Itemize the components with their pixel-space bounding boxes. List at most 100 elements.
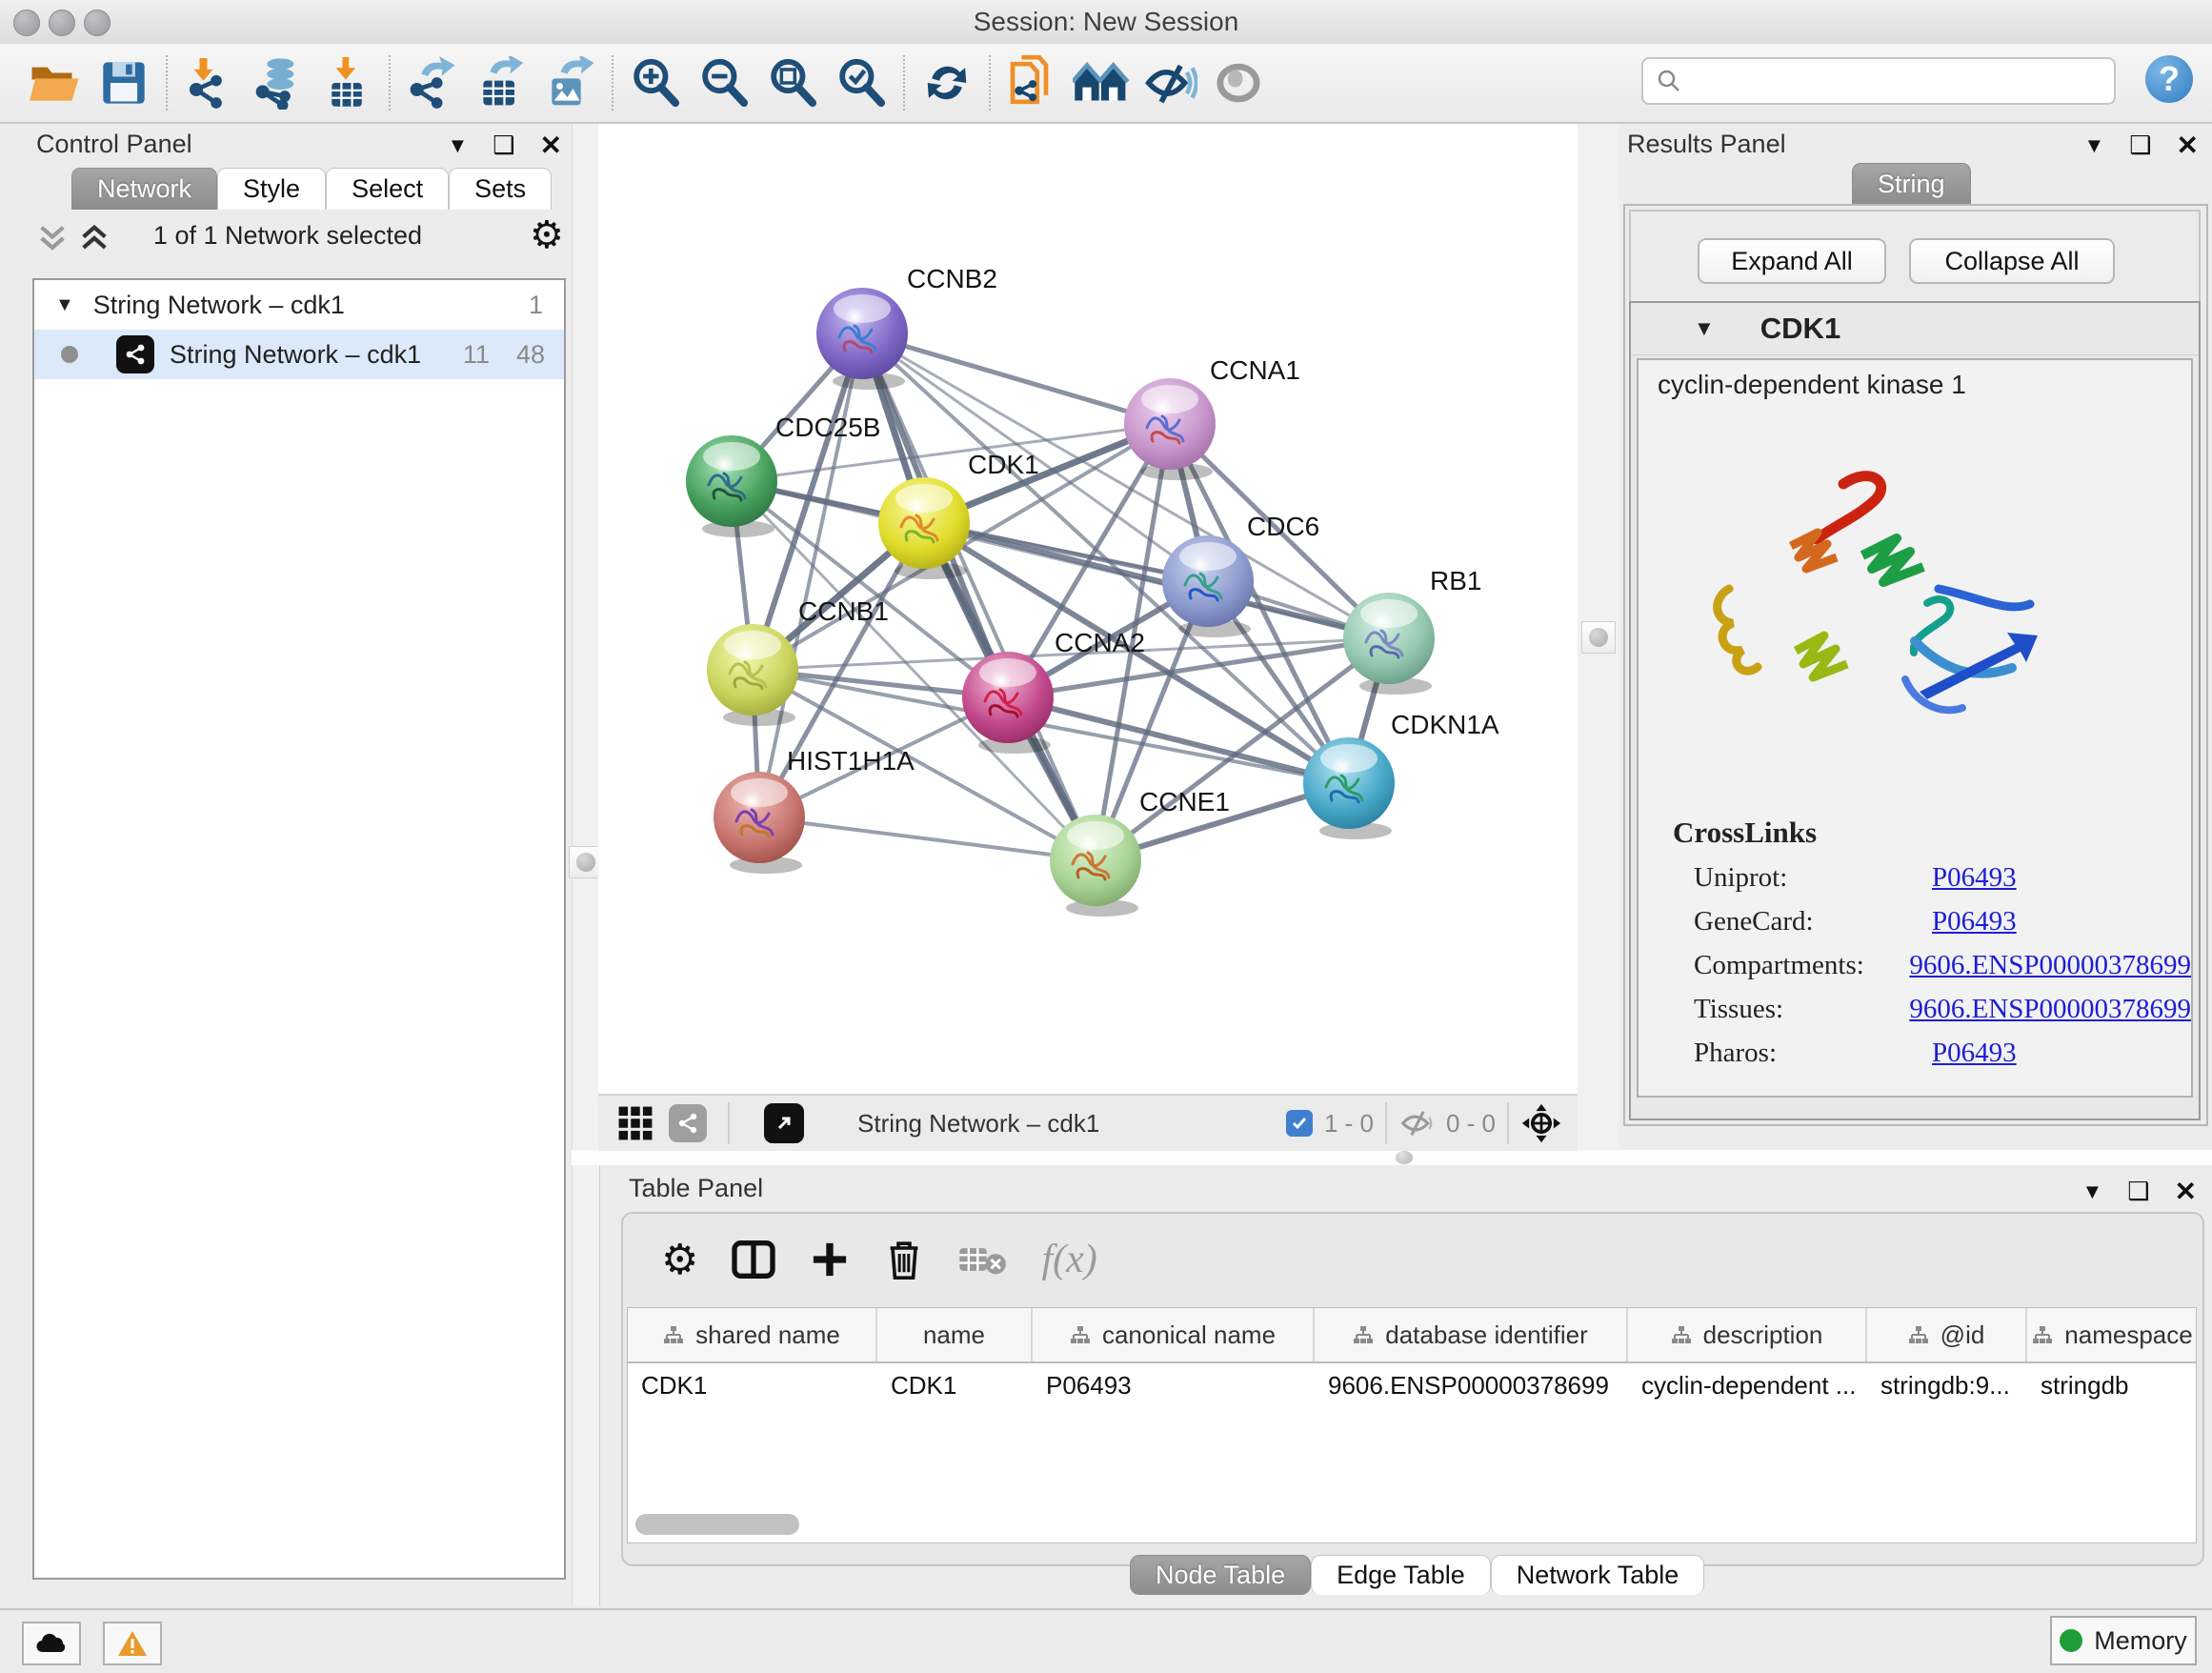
grid-view-icon[interactable] (617, 1105, 654, 1141)
memory-button[interactable]: Memory (2050, 1616, 2197, 1665)
edge-CCNB2-CCNE1[interactable] (862, 333, 1096, 860)
network-options-gear-icon[interactable]: ⚙ (530, 213, 564, 257)
collapse-all-chevron-icon[interactable] (36, 223, 69, 253)
tab-node-table[interactable]: Node Table (1130, 1555, 1311, 1595)
column-header-@id[interactable]: @id (1867, 1308, 2027, 1361)
refresh-view-button[interactable] (913, 52, 981, 113)
cloud-button[interactable] (22, 1622, 81, 1665)
crosslink-value-link[interactable]: P06493 (1932, 906, 2017, 937)
gene-expander-icon[interactable]: ▼ (1694, 316, 1715, 341)
edge-HIST1H1A-CCNE1[interactable] (759, 817, 1096, 860)
table-panel-close-icon[interactable]: ✕ (2175, 1176, 2197, 1207)
birdseye-crosshair-icon[interactable] (1520, 1102, 1562, 1144)
node-CCNB2[interactable] (816, 288, 908, 390)
crosslink-row: Pharos:P06493 (1639, 1031, 2191, 1075)
crosslink-value-link[interactable]: 9606.ENSP00000378699 (1909, 950, 2191, 981)
node-table[interactable]: shared namenamecanonical namedatabase id… (627, 1307, 2197, 1543)
export-image-button[interactable] (535, 52, 604, 113)
zoom-in-button[interactable] (621, 52, 690, 113)
table-cell[interactable]: stringdb:9... (1867, 1363, 2027, 1407)
tab-string[interactable]: String (1852, 163, 1971, 205)
table-settings-gear-icon[interactable]: ⚙ (661, 1236, 698, 1284)
open-session-button[interactable] (21, 52, 90, 113)
edge-CCNB2-CCNA1[interactable] (862, 333, 1170, 424)
network-graph[interactable]: CCNB2CCNA1CDC25BCDK1CDC6RB1CCNB1CCNA2CDK… (598, 124, 1578, 1094)
table-cell[interactable]: P06493 (1033, 1363, 1315, 1407)
save-session-button[interactable] (90, 52, 158, 113)
network-canvas[interactable]: CCNB2CCNA1CDC25BCDK1CDC6RB1CCNB1CCNA2CDK… (598, 124, 1578, 1094)
table-panel-collapse-icon[interactable]: ▼ (2081, 1179, 2102, 1204)
crosslink-value-link[interactable]: P06493 (1932, 1038, 2017, 1069)
search-input[interactable] (1691, 66, 2095, 97)
column-header-namespace[interactable]: namespace (2027, 1308, 2197, 1361)
import-table-button[interactable] (312, 52, 381, 113)
node-CCNE1[interactable] (1050, 815, 1141, 917)
left-splitter[interactable] (572, 124, 600, 1606)
control-panel-float-icon[interactable]: ❑ (493, 131, 514, 160)
selected-checkbox-icon[interactable] (1286, 1110, 1313, 1137)
node-CCNB1[interactable] (707, 624, 798, 726)
tab-select[interactable]: Select (326, 168, 449, 210)
column-header-canonical-name[interactable]: canonical name (1033, 1308, 1315, 1361)
delete-trash-icon[interactable] (883, 1237, 925, 1282)
results-panel-close-icon[interactable]: ✕ (2177, 130, 2199, 161)
column-header-database-identifier[interactable]: database identifier (1315, 1308, 1628, 1361)
warnings-button[interactable] (103, 1622, 162, 1665)
node-RB1[interactable] (1343, 593, 1435, 695)
network-row-selected[interactable]: String Network – cdk1 11 48 (34, 330, 564, 379)
results-panel-float-icon[interactable]: ❑ (2129, 131, 2151, 160)
tab-edge-table[interactable]: Edge Table (1311, 1555, 1491, 1595)
table-cell[interactable]: CDK1 (877, 1363, 1033, 1407)
control-panel-close-icon[interactable]: ✕ (540, 130, 562, 161)
node-CDKN1A[interactable] (1303, 737, 1395, 839)
hide-panels-button[interactable] (1136, 52, 1204, 113)
collection-expander-icon[interactable]: ▼ (55, 294, 74, 316)
home-networks-button[interactable] (1067, 52, 1136, 113)
column-header-shared-name[interactable]: shared name (628, 1308, 877, 1361)
zoom-selected-button[interactable] (827, 52, 895, 113)
crosslink-value-link[interactable]: 9606.ENSP00000378699 (1909, 994, 2191, 1025)
zoom-fit-button[interactable] (758, 52, 827, 113)
import-network-file-button[interactable] (175, 52, 244, 113)
collapse-all-button[interactable]: Collapse All (1909, 238, 2115, 284)
gene-section-header[interactable]: ▼ CDK1 (1631, 303, 2199, 355)
right-splitter[interactable] (1578, 124, 1619, 1150)
import-network-database-button[interactable] (244, 52, 312, 113)
horizontal-scrollbar-thumb[interactable] (635, 1514, 799, 1535)
node-CCNA1[interactable] (1124, 378, 1216, 480)
column-header-name[interactable]: name (877, 1308, 1033, 1361)
help-button[interactable]: ? (2145, 55, 2193, 103)
string-import-button[interactable] (998, 52, 1067, 113)
tab-sets[interactable]: Sets (449, 168, 552, 210)
expand-all-button[interactable]: Expand All (1698, 238, 1886, 284)
node-CDC25B[interactable] (686, 435, 777, 537)
tab-network-table[interactable]: Network Table (1491, 1555, 1705, 1595)
horizontal-splitter[interactable] (572, 1150, 2212, 1165)
table-row[interactable]: CDK1CDK1P064939606.ENSP00000378699cyclin… (628, 1363, 2196, 1407)
zoom-out-button[interactable] (690, 52, 758, 113)
columns-icon[interactable] (731, 1237, 776, 1282)
crosslink-value-link[interactable]: P06493 (1932, 862, 2017, 894)
network-collection-row[interactable]: ▼ String Network – cdk1 1 (34, 280, 564, 330)
tab-style[interactable]: Style (217, 168, 326, 210)
horizontal-splitter-grip[interactable] (1396, 1151, 1413, 1164)
results-panel-collapse-icon[interactable]: ▼ (2083, 133, 2104, 158)
export-network-button[interactable] (398, 52, 467, 113)
table-cell[interactable]: CDK1 (628, 1363, 877, 1407)
expand-all-chevron-icon[interactable] (78, 223, 111, 253)
detach-view-icon[interactable] (764, 1103, 804, 1143)
control-panel-collapse-icon[interactable]: ▼ (447, 133, 468, 158)
share-view-icon[interactable] (669, 1104, 707, 1142)
show-panels-button[interactable] (1204, 52, 1273, 113)
table-panel-float-icon[interactable]: ❑ (2127, 1177, 2149, 1206)
tab-network[interactable]: Network (71, 168, 217, 210)
edge-CCNB2-HIST1H1A[interactable] (759, 333, 862, 817)
node-HIST1H1A[interactable] (714, 772, 805, 874)
add-column-icon[interactable] (809, 1239, 851, 1280)
table-cell[interactable]: 9606.ENSP00000378699 (1315, 1363, 1628, 1407)
export-table-button[interactable] (467, 52, 535, 113)
table-cell[interactable]: stringdb (2027, 1363, 2197, 1407)
table-cell[interactable]: cyclin-dependent ... (1628, 1363, 1867, 1407)
right-splitter-grip[interactable] (1581, 621, 1616, 654)
column-header-description[interactable]: description (1628, 1308, 1867, 1361)
